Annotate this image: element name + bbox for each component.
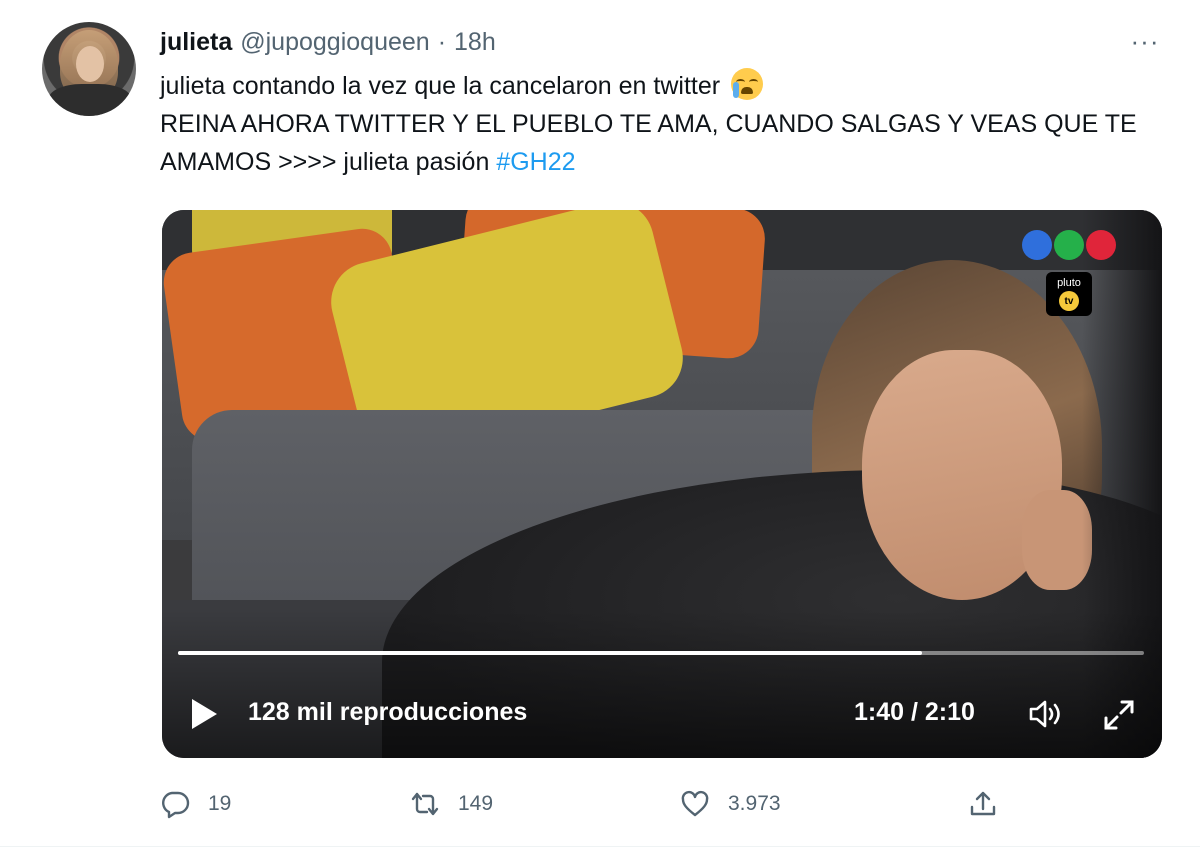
fullscreen-icon[interactable]	[1102, 698, 1136, 732]
separator-dot: ·	[437, 27, 447, 56]
video-progress-bar[interactable]	[178, 651, 1144, 655]
video-controls: 128 mil reproducciones 1:40 / 2:10	[162, 690, 1162, 738]
reply-count: 19	[208, 792, 232, 815]
tweet-actions: 19 149 3.973	[160, 784, 1170, 824]
timestamp[interactable]: 18h	[454, 28, 496, 57]
hashtag-link[interactable]: #GH22	[496, 148, 575, 176]
loudly-crying-face-icon	[731, 68, 764, 100]
share-button[interactable]	[968, 784, 998, 824]
view-count: 128 mil reproducciones	[248, 698, 528, 726]
video-player[interactable]: pluto tv 128 mil reproducciones 1:40 / 2…	[162, 210, 1162, 758]
user-handle[interactable]: @jupoggioqueen	[240, 28, 429, 57]
tweet-text-part-1: julieta contando la vez que la cancelaro…	[160, 72, 721, 100]
tweet-header: julieta @jupoggioqueen · 18h	[160, 27, 496, 57]
retweet-count: 149	[458, 792, 494, 815]
tweet: julieta @jupoggioqueen · 18h ··· julieta…	[0, 0, 1200, 859]
avatar[interactable]	[42, 22, 136, 116]
play-icon[interactable]	[188, 696, 220, 732]
tweet-text-line-1: julieta contando la vez que la cancelaro…	[160, 67, 1170, 105]
divider	[0, 846, 1200, 847]
more-options-icon[interactable]: ···	[1128, 26, 1162, 56]
like-count: 3.973	[728, 792, 781, 815]
reply-icon	[162, 791, 190, 819]
like-button[interactable]: 3.973	[680, 784, 781, 824]
tweet-text-line-2: REINA AHORA TWITTER Y EL PUEBLO TE AMA, …	[160, 105, 1170, 181]
pluto-watermark-text: pluto	[1057, 277, 1081, 289]
retweet-icon	[411, 792, 439, 816]
reply-button[interactable]: 19	[160, 784, 231, 824]
volume-icon[interactable]	[1028, 698, 1064, 730]
retweet-button[interactable]: 149	[410, 784, 493, 824]
share-icon	[970, 791, 996, 816]
video-timecode: 1:40 / 2:10	[854, 698, 975, 726]
heart-icon	[681, 790, 709, 817]
tv-watermark-text: tv	[1059, 291, 1079, 311]
tweet-text: julieta contando la vez que la cancelaro…	[160, 67, 1170, 181]
pluto-tv-watermark: pluto tv	[1046, 272, 1092, 316]
channel-logo-icon	[1022, 230, 1116, 260]
display-name[interactable]: julieta	[160, 28, 232, 57]
video-progress-fill	[178, 651, 922, 655]
tweet-text-part-2: REINA AHORA TWITTER Y EL PUEBLO TE AMA, …	[160, 110, 1137, 176]
